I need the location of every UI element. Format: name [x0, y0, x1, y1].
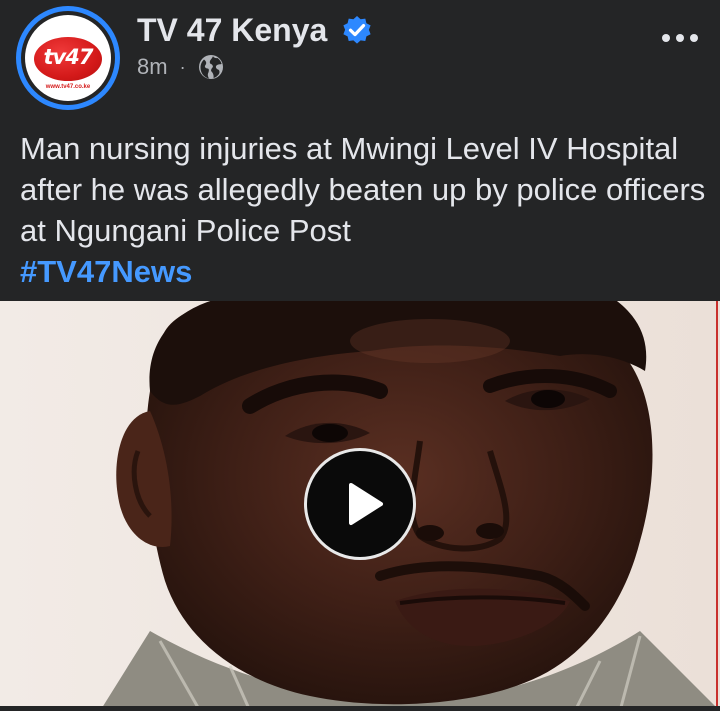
- post-header: tv47 www.tv47.co.ke TV 47 Kenya 8m ·: [0, 0, 720, 110]
- logo-text: tv47: [43, 45, 94, 69]
- meta-separator: ·: [179, 56, 186, 77]
- verified-badge-icon: [343, 16, 371, 44]
- video-thumbnail[interactable]: [0, 301, 720, 711]
- media-edge: [716, 301, 718, 711]
- tv47-logo: tv47: [34, 37, 102, 81]
- post-meta: 8m ·: [137, 53, 224, 81]
- avatar[interactable]: tv47 www.tv47.co.ke: [25, 15, 111, 101]
- post-divider: [0, 706, 720, 711]
- more-options-icon[interactable]: [660, 28, 700, 48]
- page-name-link[interactable]: TV 47 Kenya: [137, 10, 327, 50]
- post-timestamp[interactable]: 8m: [137, 54, 168, 80]
- logo-url: www.tv47.co.ke: [45, 84, 91, 90]
- post-caption: Man nursing injuries at Mwingi Level IV …: [20, 128, 710, 292]
- play-icon: [349, 483, 383, 525]
- hashtag-link[interactable]: #TV47News: [20, 254, 192, 289]
- play-button[interactable]: [304, 448, 416, 560]
- feed-post: tv47 www.tv47.co.ke TV 47 Kenya 8m · Man…: [0, 0, 720, 711]
- story-ring[interactable]: tv47 www.tv47.co.ke: [16, 6, 120, 110]
- globe-icon[interactable]: [198, 54, 224, 80]
- caption-text: Man nursing injuries at Mwingi Level IV …: [20, 131, 706, 248]
